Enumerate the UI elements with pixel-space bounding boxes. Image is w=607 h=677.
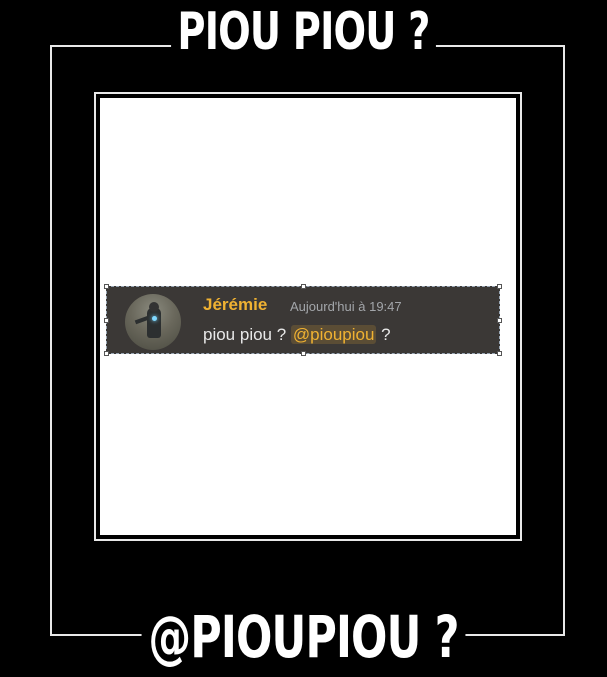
message-username: Jérémie bbox=[203, 295, 268, 314]
robot-chest-light bbox=[152, 316, 157, 321]
message-text-after: ? bbox=[376, 325, 391, 344]
discord-message-card: Jérémie Aujourd'hui à 19:47 piou piou ? … bbox=[104, 284, 502, 356]
user-mention: @pioupiou bbox=[290, 325, 377, 344]
bottom-caption-text: @PIOUPIOU ? bbox=[141, 603, 466, 671]
message-text-before: piou piou ? bbox=[203, 325, 291, 344]
resize-handle-tr bbox=[497, 284, 502, 289]
robot-head bbox=[149, 302, 159, 312]
bottom-caption: @PIOUPIOU ? bbox=[55, 603, 553, 671]
robot-avatar-icon bbox=[125, 294, 181, 350]
resize-handle-mr bbox=[497, 318, 502, 323]
resize-handle-br bbox=[497, 351, 502, 356]
resize-handle-bl bbox=[104, 351, 109, 356]
top-caption-text: PIOU PIOU ? bbox=[170, 2, 437, 62]
message-timestamp: Aujourd'hui à 19:47 bbox=[290, 299, 402, 314]
resize-handle-ml bbox=[104, 318, 109, 323]
resize-handle-tl bbox=[104, 284, 109, 289]
resize-handle-bc bbox=[301, 351, 306, 356]
resize-handle-tc bbox=[301, 284, 306, 289]
message-content: piou piou ? @pioupiou ? bbox=[203, 325, 391, 345]
meme-canvas: PIOU PIOU ? Jérémie Aujourd'hui à 19:47 … bbox=[0, 0, 607, 677]
robot-body bbox=[147, 308, 161, 338]
top-caption: PIOU PIOU ? bbox=[55, 0, 553, 64]
